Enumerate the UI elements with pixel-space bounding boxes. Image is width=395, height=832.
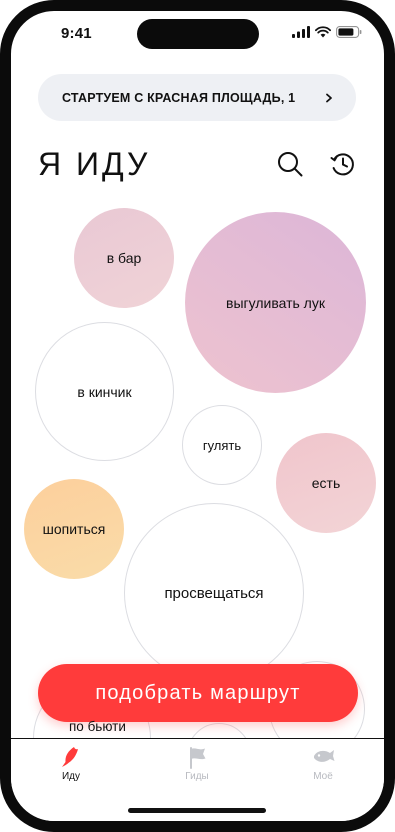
screen: 9:41 СТАРТУЕМ С КРАСНАЯ ПЛОЩАДЬ, 1 Я ИДУ… (11, 11, 384, 821)
bubble-label: выгуливать лук (226, 294, 325, 311)
start-location-label: СТАРТУЕМ С КРАСНАЯ ПЛОЩАДЬ, 1 (62, 90, 296, 105)
search-icon[interactable] (276, 150, 304, 178)
bubble-label: гулять (202, 437, 242, 453)
bubble-luk[interactable]: выгуливать лук (185, 212, 366, 393)
tab-gidy[interactable]: Гиды (157, 739, 237, 799)
status-time: 9:41 (61, 25, 92, 42)
home-indicator (128, 808, 266, 813)
bubble-label: в бар (106, 250, 142, 266)
bubble-bar[interactable]: в бар (74, 208, 174, 308)
battery-icon (336, 26, 362, 38)
bubble-kinchik[interactable]: в кинчик (35, 322, 174, 461)
heart-fish-icon (314, 750, 335, 762)
bubble-shopitsya[interactable]: шопиться (24, 479, 124, 579)
bubble-gulyat[interactable]: гулять (182, 405, 262, 485)
start-location-button[interactable]: СТАРТУЕМ С КРАСНАЯ ПЛОЩАДЬ, 1 (38, 74, 356, 121)
tab-label: Иду (61, 771, 81, 782)
pennant-flag-icon (190, 747, 206, 769)
bubble-label: есть (311, 475, 341, 491)
dynamic-island (137, 19, 259, 49)
bubble-prosveshchatsya[interactable]: просвещаться (124, 503, 304, 683)
chevron-right-icon (326, 93, 332, 102)
tab-label: Гиды (185, 771, 209, 782)
tab-idu[interactable]: Иду (31, 739, 111, 799)
tab-label: Моё (313, 771, 333, 782)
pick-route-button[interactable]: подобрать маршрут (38, 664, 358, 722)
bubble-label: в кинчик (77, 383, 132, 400)
bubble-label: просвещаться (164, 584, 264, 602)
status-icons (292, 26, 362, 38)
bubble-label: по бьюти (69, 719, 126, 734)
wifi-icon (315, 26, 331, 38)
bubble-est[interactable]: есть (276, 433, 376, 533)
bubble-label: шопиться (42, 521, 106, 537)
tab-moyo[interactable]: Моё (283, 739, 363, 799)
page-title: Я ИДУ (38, 146, 151, 182)
cellular-signal-icon (292, 26, 310, 38)
history-icon[interactable] (329, 150, 357, 178)
flag-icon (62, 747, 78, 767)
phone-frame: 9:41 СТАРТУЕМ С КРАСНАЯ ПЛОЩАДЬ, 1 Я ИДУ… (0, 0, 395, 832)
